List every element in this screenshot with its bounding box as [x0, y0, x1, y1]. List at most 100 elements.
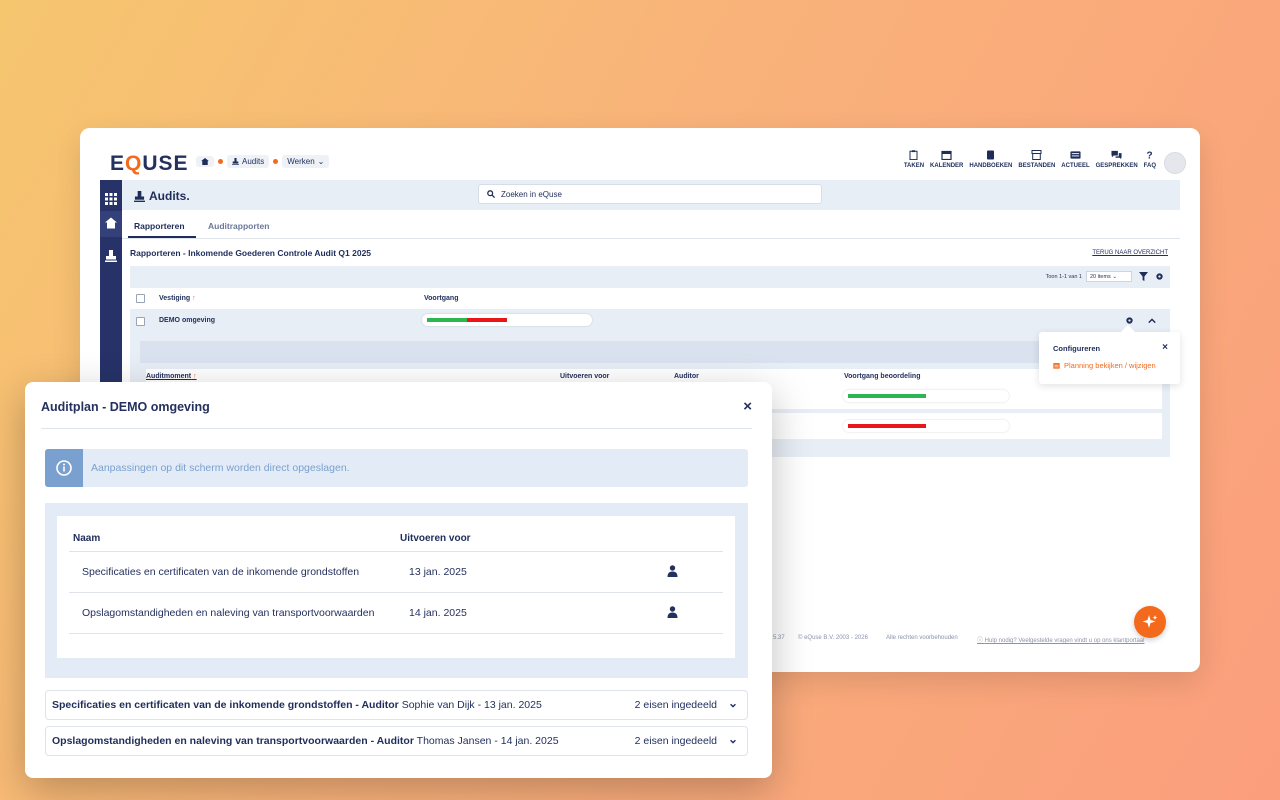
- plan-row-datum[interactable]: 14 jan. 2025: [409, 607, 467, 619]
- breadcrumb-audits[interactable]: Audits: [227, 155, 270, 168]
- planning-link-text: Planning bekijken / wijzigen: [1064, 361, 1156, 370]
- sort-up-icon: ↑: [192, 295, 196, 302]
- table-header: Vestiging ↑ Voortgang: [130, 290, 1170, 308]
- ai-assistant-button[interactable]: [1134, 606, 1166, 638]
- gear-icon[interactable]: [1155, 272, 1164, 281]
- nav-actueel-label: ACTUEEL: [1061, 163, 1090, 169]
- page-header: Audits. Zoeken in eQuse: [122, 180, 1180, 210]
- nav-faq-label: FAQ: [1143, 163, 1156, 169]
- footer-help-link[interactable]: ⓘ Hulp nodig? Veelgestelde vragen vindt …: [977, 635, 1144, 644]
- modal-divider: [41, 428, 752, 429]
- accordion-date: - 13 jan. 2025: [477, 699, 542, 711]
- sparkle-icon: [1142, 615, 1158, 628]
- search-input[interactable]: Zoeken in eQuse: [478, 184, 822, 204]
- plan-row-datum[interactable]: 13 jan. 2025: [409, 566, 467, 578]
- tab-auditrapporten[interactable]: Auditrapporten: [208, 221, 269, 231]
- clipboard-icon: [909, 150, 918, 160]
- chevron-up-icon[interactable]: [1148, 317, 1156, 325]
- info-text: Aanpassingen op dit scherm worden direct…: [91, 462, 350, 474]
- col-voortgang-beoordeling: Voortgang beoordeling: [844, 373, 921, 380]
- accordion-item[interactable]: Specificaties en certificaten van de ink…: [45, 690, 748, 720]
- subtable-header: Auditmoment ↑ Uitvoeren voor Auditor Voo…: [146, 369, 1168, 383]
- breadcrumb-home[interactable]: [196, 156, 214, 167]
- info-icon: [45, 449, 83, 487]
- gear-icon[interactable]: [1125, 316, 1134, 325]
- accordion-eisen-count: 2 eisen ingedeeld: [634, 735, 717, 747]
- close-icon[interactable]: ×: [743, 398, 752, 415]
- active-tab-indicator: [128, 236, 196, 238]
- plan-row-naam: Opslagomstandigheden en naleving van tra…: [82, 607, 375, 619]
- filter-icon[interactable]: [1139, 272, 1148, 281]
- col-vestiging[interactable]: Vestiging ↑: [159, 295, 196, 302]
- nav-handboeken[interactable]: HANDBOEKEN: [969, 150, 1012, 169]
- auditplan-modal: Auditplan - DEMO omgeving × Aanpassingen…: [25, 382, 772, 778]
- chevron-down-icon: ⌄: [317, 157, 325, 166]
- progress-fill-red: [467, 318, 507, 322]
- info-alert: Aanpassingen op dit scherm worden direct…: [45, 449, 748, 487]
- col-auditmoment-label: Auditmoment: [146, 373, 192, 380]
- select-all-checkbox[interactable]: [136, 294, 145, 303]
- accordion-label: Specificaties en certificaten van de ink…: [52, 699, 542, 711]
- sort-up-icon: ↑: [193, 373, 197, 380]
- nav-gesprekken[interactable]: GESPREKKEN: [1096, 150, 1138, 169]
- user-avatar[interactable]: [1164, 152, 1186, 174]
- chevron-down-icon: [730, 739, 736, 744]
- footer-rights: Alle rechten voorbehouden: [886, 635, 958, 641]
- items-per-page-select[interactable]: 20 items ⌄: [1086, 271, 1132, 282]
- user-icon[interactable]: [667, 565, 678, 577]
- col-auditor: Auditor: [674, 373, 699, 380]
- breadcrumb-werken-dropdown[interactable]: Werken ⌄: [282, 155, 330, 168]
- breadcrumb: Audits Werken ⌄: [196, 155, 330, 168]
- nav-handboeken-label: HANDBOEKEN: [969, 163, 1013, 169]
- nav-bestanden[interactable]: BESTANDEN: [1018, 150, 1055, 169]
- accordion-title: Opslagomstandigheden en naleving van tra…: [52, 735, 368, 747]
- tab-rapporteren[interactable]: Rapporteren: [134, 221, 185, 231]
- modal-title: Auditplan - DEMO omgeving: [41, 400, 210, 414]
- top-bar: EQUSE Audits Werken ⌄ TAKEN KALENDER HAN…: [80, 128, 1200, 180]
- stamp-icon: [134, 190, 145, 202]
- table-toolbar: Toon 1-1 van 1 20 items ⌄: [130, 266, 1170, 288]
- col-voortgang: Voortgang: [424, 295, 459, 302]
- plan-table: Naam Uitvoeren voor Specificaties en cer…: [57, 516, 735, 658]
- beoordeling-fill: [848, 394, 926, 398]
- beoordeling-fill: [848, 424, 926, 428]
- table-row[interactable]: DEMO omgeving: [130, 309, 1170, 333]
- apps-grid-icon[interactable]: [105, 193, 117, 205]
- accordion-item[interactable]: Opslagomstandigheden en naleving van tra…: [45, 726, 748, 756]
- search-placeholder: Zoeken in eQuse: [501, 189, 562, 199]
- stamp-icon: [232, 158, 239, 165]
- accordion-eisen-count: 2 eisen ingedeeld: [634, 699, 717, 711]
- nav-actueel[interactable]: ACTUEEL: [1061, 150, 1090, 169]
- planning-link[interactable]: Planning bekijken / wijzigen: [1053, 361, 1156, 370]
- breadcrumb-separator-icon: [218, 159, 223, 164]
- accordion-title: Specificaties en certificaten van de ink…: [52, 699, 353, 711]
- close-icon[interactable]: ×: [1162, 342, 1168, 353]
- divider: [69, 592, 723, 593]
- chevron-down-icon: [730, 703, 736, 708]
- accordion-auditor-label: - Auditor: [370, 735, 414, 747]
- row-checkbox[interactable]: [136, 317, 145, 326]
- result-count: Toon 1-1 van 1: [1045, 274, 1082, 280]
- nav-taken[interactable]: TAKEN: [904, 150, 924, 169]
- col-auditmoment[interactable]: Auditmoment ↑: [146, 373, 197, 380]
- breadcrumb-separator-icon: [273, 159, 279, 164]
- beoordeling-progress: [843, 390, 1009, 402]
- breadcrumb-werken-label: Werken: [287, 157, 315, 166]
- question-icon: ?: [1147, 150, 1153, 160]
- home-icon[interactable]: [105, 217, 117, 229]
- nav-faq[interactable]: ? FAQ: [1144, 150, 1156, 169]
- accordion-date: - 14 jan. 2025: [494, 735, 559, 747]
- home-icon: [201, 158, 209, 165]
- popover-title: Configureren: [1053, 344, 1101, 353]
- footer-version: 5.37: [773, 635, 785, 641]
- footer-copyright: © eQuse B.V. 2003 - 2026: [798, 635, 868, 641]
- stamp-icon[interactable]: [105, 250, 117, 262]
- nav-kalender[interactable]: KALENDER: [930, 150, 963, 169]
- back-to-overview-link[interactable]: TERUG NAAR OVERZICHT: [1092, 250, 1168, 256]
- divider: [69, 551, 723, 552]
- footer-help-text: Hulp nodig? Veelgestelde vragen vindt u …: [984, 638, 1145, 644]
- user-icon[interactable]: [667, 606, 678, 618]
- equse-logo[interactable]: EQUSE: [110, 152, 189, 176]
- page-title-text: Audits.: [149, 189, 190, 203]
- detail-panel-header: [140, 341, 1162, 363]
